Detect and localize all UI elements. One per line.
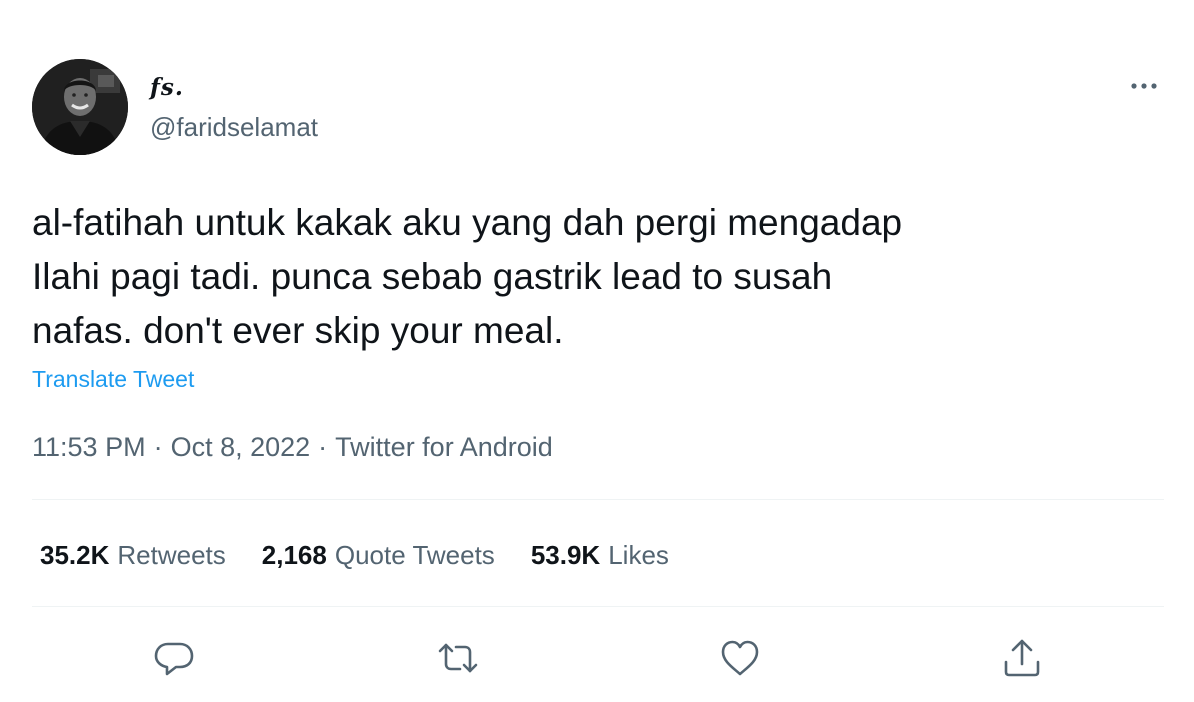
translate-tweet-link[interactable]: Translate Tweet xyxy=(32,366,194,393)
share-button[interactable] xyxy=(1000,636,1044,680)
tweet-date[interactable]: Oct 8, 2022 xyxy=(171,432,311,462)
reply-button[interactable] xyxy=(152,636,196,680)
reply-icon xyxy=(154,642,194,676)
avatar[interactable] xyxy=(32,59,128,155)
like-button[interactable] xyxy=(718,636,762,680)
tweet-metadata: 11:53 PM · Oct 8, 2022 · Twitter for Android xyxy=(32,432,553,463)
share-icon xyxy=(1004,639,1040,677)
retweet-button[interactable] xyxy=(436,636,480,680)
quote-tweets-stat[interactable]: 2,168 Quote Tweets xyxy=(262,540,495,571)
likes-stat[interactable]: 53.9K Likes xyxy=(531,540,669,571)
more-options-button[interactable] xyxy=(1124,74,1164,98)
tweet-card: fs. @faridselamat al-fatihah untuk kakak… xyxy=(0,0,1194,702)
tweet-time[interactable]: 11:53 PM xyxy=(32,432,146,462)
tweet-source[interactable]: Twitter for Android xyxy=(335,432,553,462)
divider xyxy=(32,499,1164,500)
tweet-text: al-fatihah untuk kakak aku yang dah perg… xyxy=(32,202,903,351)
retweets-stat[interactable]: 35.2K Retweets xyxy=(40,540,226,571)
divider xyxy=(32,606,1164,607)
more-horizontal-icon xyxy=(1131,83,1157,89)
heart-icon xyxy=(721,640,759,676)
avatar-photo xyxy=(32,59,128,155)
separator-dot: · xyxy=(318,432,328,462)
retweet-icon xyxy=(438,643,478,673)
display-name[interactable]: fs. xyxy=(150,74,184,101)
user-handle[interactable]: @faridselamat xyxy=(150,112,318,143)
quote-tweets-label: Quote Tweets xyxy=(334,540,495,570)
engagement-stats: 35.2K Retweets 2,168 Quote Tweets 53.9K Likes xyxy=(40,540,705,571)
separator-dot: · xyxy=(153,432,163,462)
retweets-count: 35.2K xyxy=(40,540,110,570)
retweets-label: Retweets xyxy=(117,540,226,570)
likes-count: 53.9K xyxy=(530,540,601,570)
likes-label: Likes xyxy=(608,540,669,570)
quote-tweets-count: 2,168 xyxy=(261,540,327,570)
